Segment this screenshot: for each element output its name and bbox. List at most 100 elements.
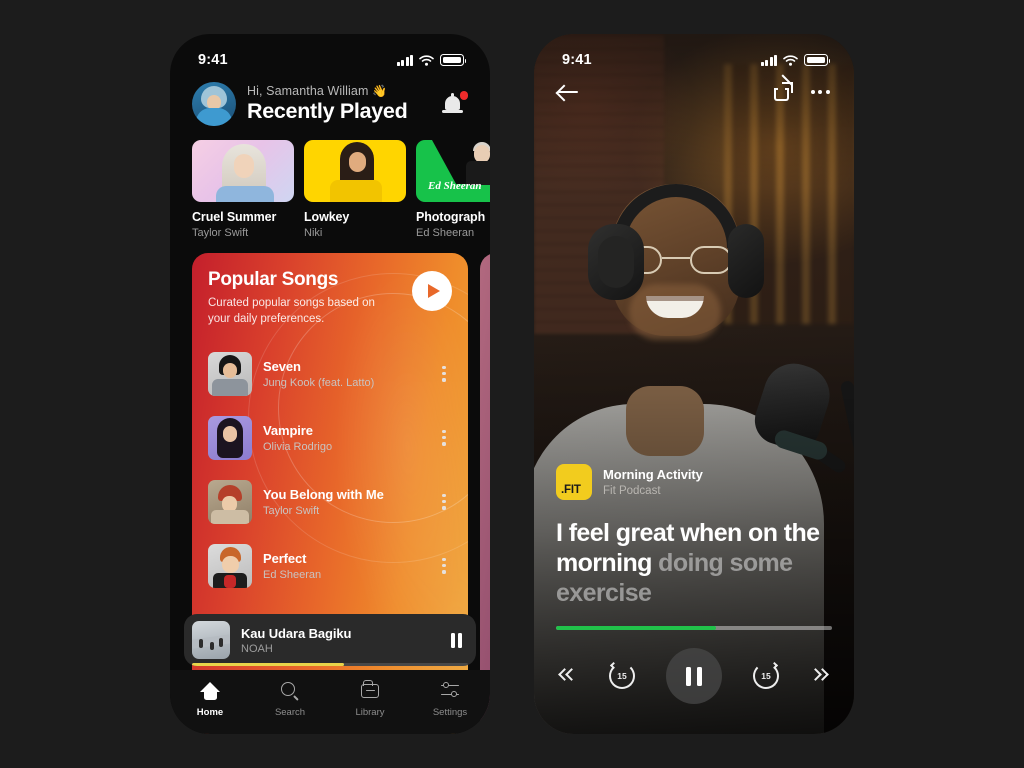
song-title: You Belong with Me (263, 486, 384, 502)
nav-label: Home (196, 706, 224, 718)
bell-icon (442, 93, 463, 113)
nav-label: Settings (432, 706, 468, 718)
play-pause-button[interactable] (666, 648, 722, 704)
notification-button[interactable] (442, 91, 468, 117)
song-artwork (208, 351, 252, 396)
song-list: Seven Jung Kook (feat. Latto) Vampire Ol… (192, 328, 468, 598)
recently-played-list[interactable]: Cruel Summer Taylor Swift Lowkey Niki Ed… (170, 126, 490, 239)
album-title: Cruel Summer (192, 210, 277, 224)
screenshot-stage: 9:41 Hi, Samantha William 👋 Recently Pla… (0, 0, 1024, 768)
album-artist: Niki (304, 227, 323, 239)
bottom-navigation[interactable]: Home Search Library Settings (170, 670, 490, 734)
song-row[interactable]: You Belong with Me Taylor Swift (192, 470, 468, 534)
home-icon (200, 681, 220, 701)
album-art (192, 140, 294, 202)
folder-icon (360, 679, 380, 701)
song-row[interactable] (480, 518, 490, 582)
wave-hand-icon: 👋 (372, 84, 388, 98)
song-row[interactable]: Vampire Olivia Rodrigo (192, 406, 468, 470)
sliders-icon (440, 681, 460, 701)
mini-player-artwork (192, 621, 230, 659)
album-card-cruel-summer[interactable]: Cruel Summer Taylor Swift (192, 140, 294, 239)
song-title: Vampire (263, 422, 313, 438)
nav-item-settings[interactable]: Settings (410, 681, 490, 718)
podcast-logo-text: .FIT (561, 484, 581, 497)
pause-icon[interactable] (450, 632, 462, 648)
podcast-show-name: Fit Podcast (603, 485, 661, 498)
song-row[interactable]: Perfect Ed Sheeran (192, 534, 468, 598)
forward-15-button[interactable]: 15 (753, 661, 779, 689)
song-artist: Jung Kook (feat. Latto) (263, 376, 375, 389)
status-bar: 9:41 (534, 34, 854, 76)
mini-player-progress-bar[interactable] (192, 663, 468, 666)
nav-item-home[interactable]: Home (170, 681, 250, 718)
album-card-photograph[interactable]: Ed Sheeran Photograph Ed Sheeran (416, 140, 490, 239)
share-icon[interactable] (773, 82, 793, 101)
nav-item-search[interactable]: Search (250, 681, 330, 718)
card-subtitle: Curated popular songs based on your dail… (208, 297, 375, 325)
forward-15-icon: 15 (753, 661, 779, 689)
song-title: Perfect (263, 550, 307, 566)
nav-label: Library (355, 706, 385, 718)
wifi-icon (419, 54, 434, 66)
song-row[interactable] (480, 454, 490, 518)
song-row[interactable] (480, 390, 490, 454)
greeting-label: Hi, Samantha William (247, 84, 369, 98)
next-icon (809, 667, 829, 685)
forward-seconds: 15 (761, 671, 771, 681)
phone-podcast: 9:41 .FIT Morning Activity Fit Podcast I… (534, 34, 854, 734)
song-artist: Olivia Rodrigo (263, 440, 333, 453)
greeting-line: Hi, Samantha William 👋 (247, 84, 431, 98)
status-icons (397, 54, 467, 66)
song-row[interactable]: Seven Jung Kook (feat. Latto) (192, 342, 468, 406)
podcast-controls[interactable]: 15 15 (556, 630, 832, 734)
playlist-card-kpop[interactable]: K-Pop Popular songs from Korea. (480, 253, 490, 734)
user-avatar[interactable] (192, 82, 236, 126)
song-row[interactable] (480, 326, 490, 390)
nav-item-library[interactable]: Library (330, 679, 410, 718)
battery-icon (440, 54, 467, 66)
nav-label: Search (274, 706, 306, 718)
card-header: K-Pop Popular songs from Korea. (480, 253, 490, 312)
album-art-signature: Ed Sheeran (428, 180, 482, 192)
play-icon (427, 284, 440, 298)
more-options-icon[interactable] (436, 429, 452, 446)
status-time: 9:41 (198, 52, 228, 68)
mini-player-song-title: Kau Udara Bagiku (241, 625, 352, 641)
more-options-icon[interactable] (436, 493, 452, 510)
pause-icon (686, 666, 692, 686)
play-button[interactable] (412, 271, 452, 311)
mini-player[interactable]: Kau Udara Bagiku NOAH (184, 614, 476, 666)
mini-player-artist: NOAH (241, 642, 273, 655)
song-artwork (208, 543, 252, 588)
podcast-logo-badge: .FIT (556, 464, 592, 501)
rewind-15-button[interactable]: 15 (609, 661, 635, 689)
status-icons (761, 54, 831, 66)
album-card-lowkey[interactable]: Lowkey Niki (304, 140, 406, 239)
next-button[interactable] (809, 667, 829, 685)
album-title: Photograph (416, 210, 486, 224)
back-arrow-icon[interactable] (558, 83, 580, 101)
podcast-meta: .FIT Morning Activity Fit Podcast (556, 464, 832, 501)
album-art (304, 140, 406, 202)
song-title: Seven (263, 358, 301, 374)
more-options-icon[interactable] (810, 89, 830, 94)
podcast-transcript-caption: I feel great when on the morning doing s… (556, 518, 832, 608)
previous-icon (558, 667, 578, 685)
song-list (480, 312, 490, 582)
album-art: Ed Sheeran (416, 140, 490, 202)
rewind-seconds: 15 (617, 671, 627, 681)
podcast-player-screen: 9:41 .FIT Morning Activity Fit Podcast I… (534, 34, 854, 734)
album-artist: Ed Sheeran (416, 227, 475, 239)
search-icon (280, 681, 300, 701)
page-title: Recently Played (247, 99, 408, 123)
battery-icon (804, 54, 831, 66)
more-options-icon[interactable] (436, 365, 452, 382)
podcast-content: .FIT Morning Activity Fit Podcast I feel… (534, 464, 854, 734)
song-artwork (208, 479, 252, 524)
cellular-bars-icon (397, 54, 413, 66)
previous-button[interactable] (558, 667, 578, 685)
song-artist: Taylor Swift (263, 504, 320, 517)
more-options-icon[interactable] (436, 557, 452, 574)
podcast-top-bar (534, 76, 854, 101)
